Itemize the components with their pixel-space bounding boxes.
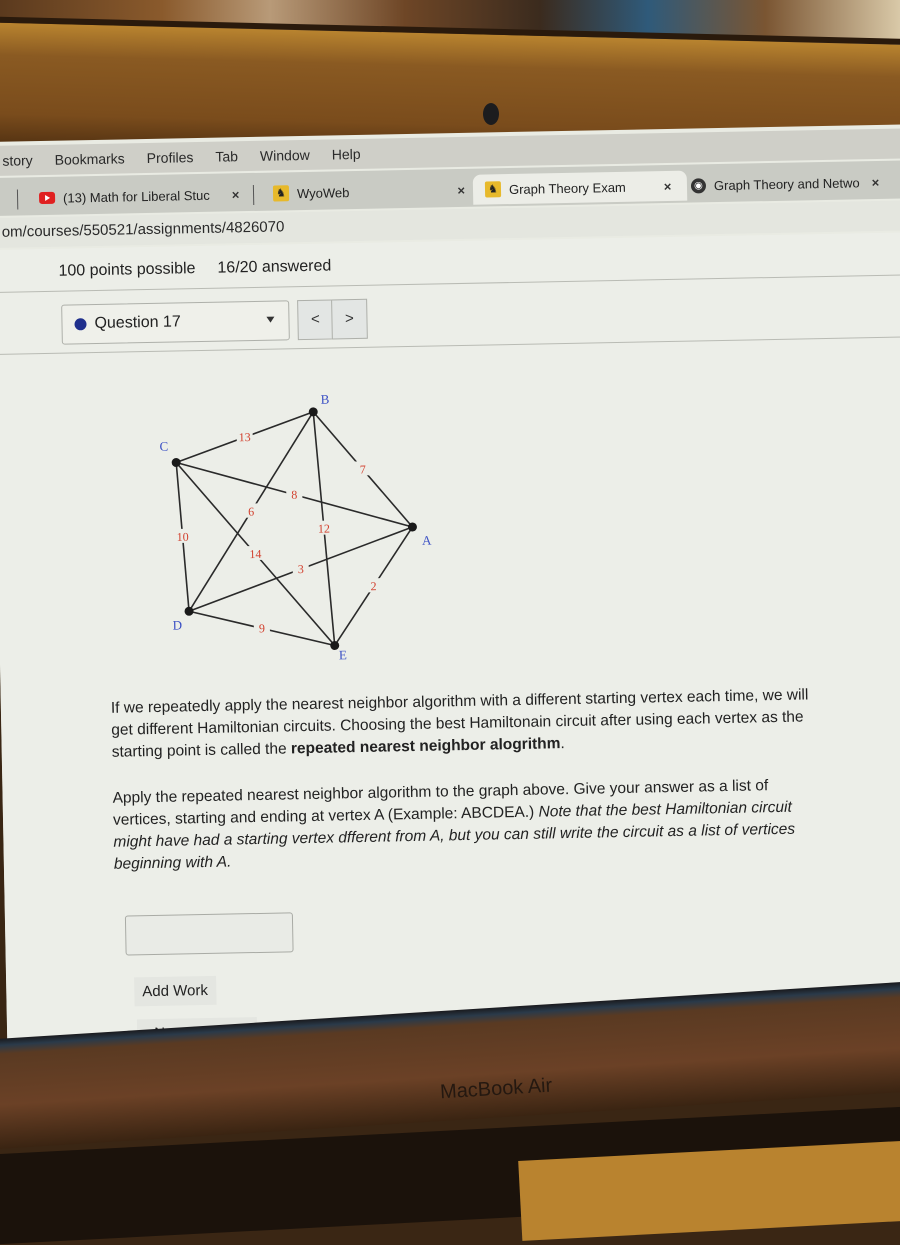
- points-possible: 100 points possible: [58, 260, 196, 280]
- menu-window[interactable]: Window: [260, 147, 310, 164]
- question-select-label: Question 17: [94, 313, 181, 333]
- edge-weight-CD: 10: [176, 530, 188, 544]
- edge-weight-CA: 8: [291, 488, 297, 502]
- close-tab-icon[interactable]: ×: [457, 182, 465, 197]
- answer-input[interactable]: [124, 912, 294, 956]
- wyoming-cowboy-icon: ♞: [484, 181, 502, 198]
- vertex-label-D: D: [172, 617, 182, 632]
- menu-bookmarks[interactable]: Bookmarks: [55, 150, 125, 167]
- edge-weight-CE: 14: [249, 547, 261, 561]
- tab-label: (13) Math for Liberal Stuc: [62, 187, 210, 206]
- edge-weight-DE: 9: [259, 621, 265, 635]
- question-status-dot: [74, 318, 87, 331]
- tab-separator: [16, 189, 19, 210]
- add-work-button[interactable]: Add Work: [134, 975, 217, 1007]
- edge-weight-DA: 3: [298, 562, 304, 576]
- vertex-label-B: B: [321, 392, 330, 407]
- tab-graph-theory-networks[interactable]: ◉ Graph Theory and Netwo ×: [679, 167, 892, 201]
- menu-history[interactable]: story: [2, 152, 33, 169]
- tab-math-liberal-studies[interactable]: (13) Math for Liberal Stuc ×: [27, 179, 252, 213]
- edge-weight-CB: 13: [239, 430, 251, 444]
- tab-wyoweb[interactable]: ♞ WyoWeb ×: [261, 175, 478, 209]
- laptop-screen: story Bookmarks Profiles Tab Window Help…: [0, 124, 900, 1062]
- chevron-down-icon: [266, 316, 275, 323]
- edge-weight-BA: 7: [360, 462, 366, 476]
- question-paragraph-2: Apply the repeated nearest neighbor algo…: [112, 774, 814, 875]
- vertex-label-A: A: [422, 533, 432, 548]
- close-tab-icon[interactable]: ×: [872, 174, 880, 189]
- tab-label: Graph Theory Exam: [508, 179, 626, 197]
- previous-question-button[interactable]: <: [297, 299, 334, 341]
- question-select[interactable]: Question 17: [61, 300, 290, 345]
- weighted-graph: 13 7 8 6 12 10 14 3 2 9 A B C D E: [159, 392, 432, 663]
- tab-label: WyoWeb: [296, 184, 350, 201]
- assignment-page: 100 points possible 16/20 answered Quest…: [0, 232, 900, 1062]
- question-paragraph-1: If we repeatedly apply the nearest neigh…: [111, 684, 812, 763]
- vertex-label-C: C: [159, 439, 168, 454]
- globe-icon: ◉: [690, 177, 707, 194]
- youtube-icon: [38, 191, 56, 205]
- close-tab-icon[interactable]: ×: [232, 187, 240, 202]
- tab-graph-theory-exam[interactable]: ♞ Graph Theory Exam ×: [472, 170, 688, 205]
- menu-help[interactable]: Help: [332, 146, 361, 163]
- question-text: .: [560, 735, 565, 753]
- graph-vertex-D: [184, 606, 194, 616]
- wyoming-cowboy-icon: ♞: [272, 185, 290, 202]
- edge-weight-AE: 2: [370, 579, 376, 593]
- next-question-arrow-button[interactable]: >: [331, 298, 368, 340]
- assignment-summary: 100 points possible 16/20 answered: [58, 257, 331, 280]
- edge-weight-BD: 6: [248, 504, 254, 518]
- menu-tab[interactable]: Tab: [215, 148, 238, 164]
- term-bold: repeated nearest neighbor alogrithm: [290, 735, 561, 758]
- answered-count: 16/20 answered: [217, 257, 332, 277]
- webcam: [483, 103, 499, 125]
- menu-profiles[interactable]: Profiles: [147, 149, 194, 166]
- tab-separator: [252, 184, 255, 205]
- edge-weight-BE: 12: [318, 522, 330, 536]
- vertex-label-E: E: [339, 647, 347, 662]
- close-tab-icon[interactable]: ×: [664, 178, 672, 193]
- tab-label: Graph Theory and Netwo: [713, 174, 860, 193]
